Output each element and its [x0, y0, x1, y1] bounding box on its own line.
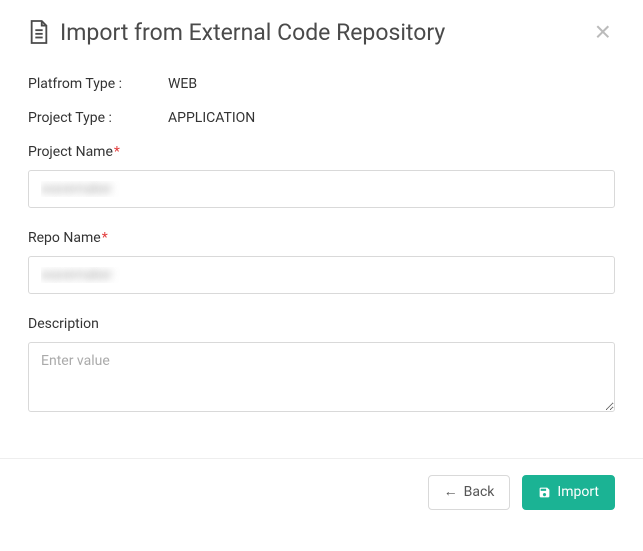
repo-name-label: Repo Name* [28, 230, 615, 246]
save-icon [538, 486, 551, 499]
modal-body: Platfrom Type : WEB Project Type : APPLI… [0, 56, 643, 448]
platform-type-value: WEB [168, 76, 197, 92]
back-button-label: Back [464, 484, 495, 501]
arrow-left-icon: ← [444, 484, 458, 501]
project-type-label: Project Type : [28, 110, 168, 126]
description-label: Description [28, 316, 615, 332]
description-textarea[interactable] [28, 342, 615, 412]
import-button-label: Import [557, 484, 599, 501]
close-button[interactable]: × [591, 18, 615, 46]
project-type-value: APPLICATION [168, 110, 255, 126]
project-name-input[interactable] [28, 170, 615, 208]
back-button[interactable]: ← Back [428, 475, 511, 510]
modal-header: Import from External Code Repository × [0, 0, 643, 56]
required-indicator: * [102, 230, 108, 246]
close-icon: × [595, 16, 611, 47]
project-name-group: Project Name* [28, 144, 615, 208]
project-type-row: Project Type : APPLICATION [28, 110, 615, 126]
description-group: Description [28, 316, 615, 416]
project-name-label: Project Name* [28, 144, 615, 160]
required-indicator: * [114, 144, 120, 160]
repo-name-group: Repo Name* [28, 230, 615, 294]
modal-footer: ← Back Import [0, 458, 643, 526]
import-button[interactable]: Import [522, 475, 615, 510]
platform-type-row: Platfrom Type : WEB [28, 76, 615, 92]
platform-type-label: Platfrom Type : [28, 76, 168, 92]
document-icon [28, 19, 50, 45]
repo-name-input[interactable] [28, 256, 615, 294]
modal-title: Import from External Code Repository [60, 19, 591, 46]
